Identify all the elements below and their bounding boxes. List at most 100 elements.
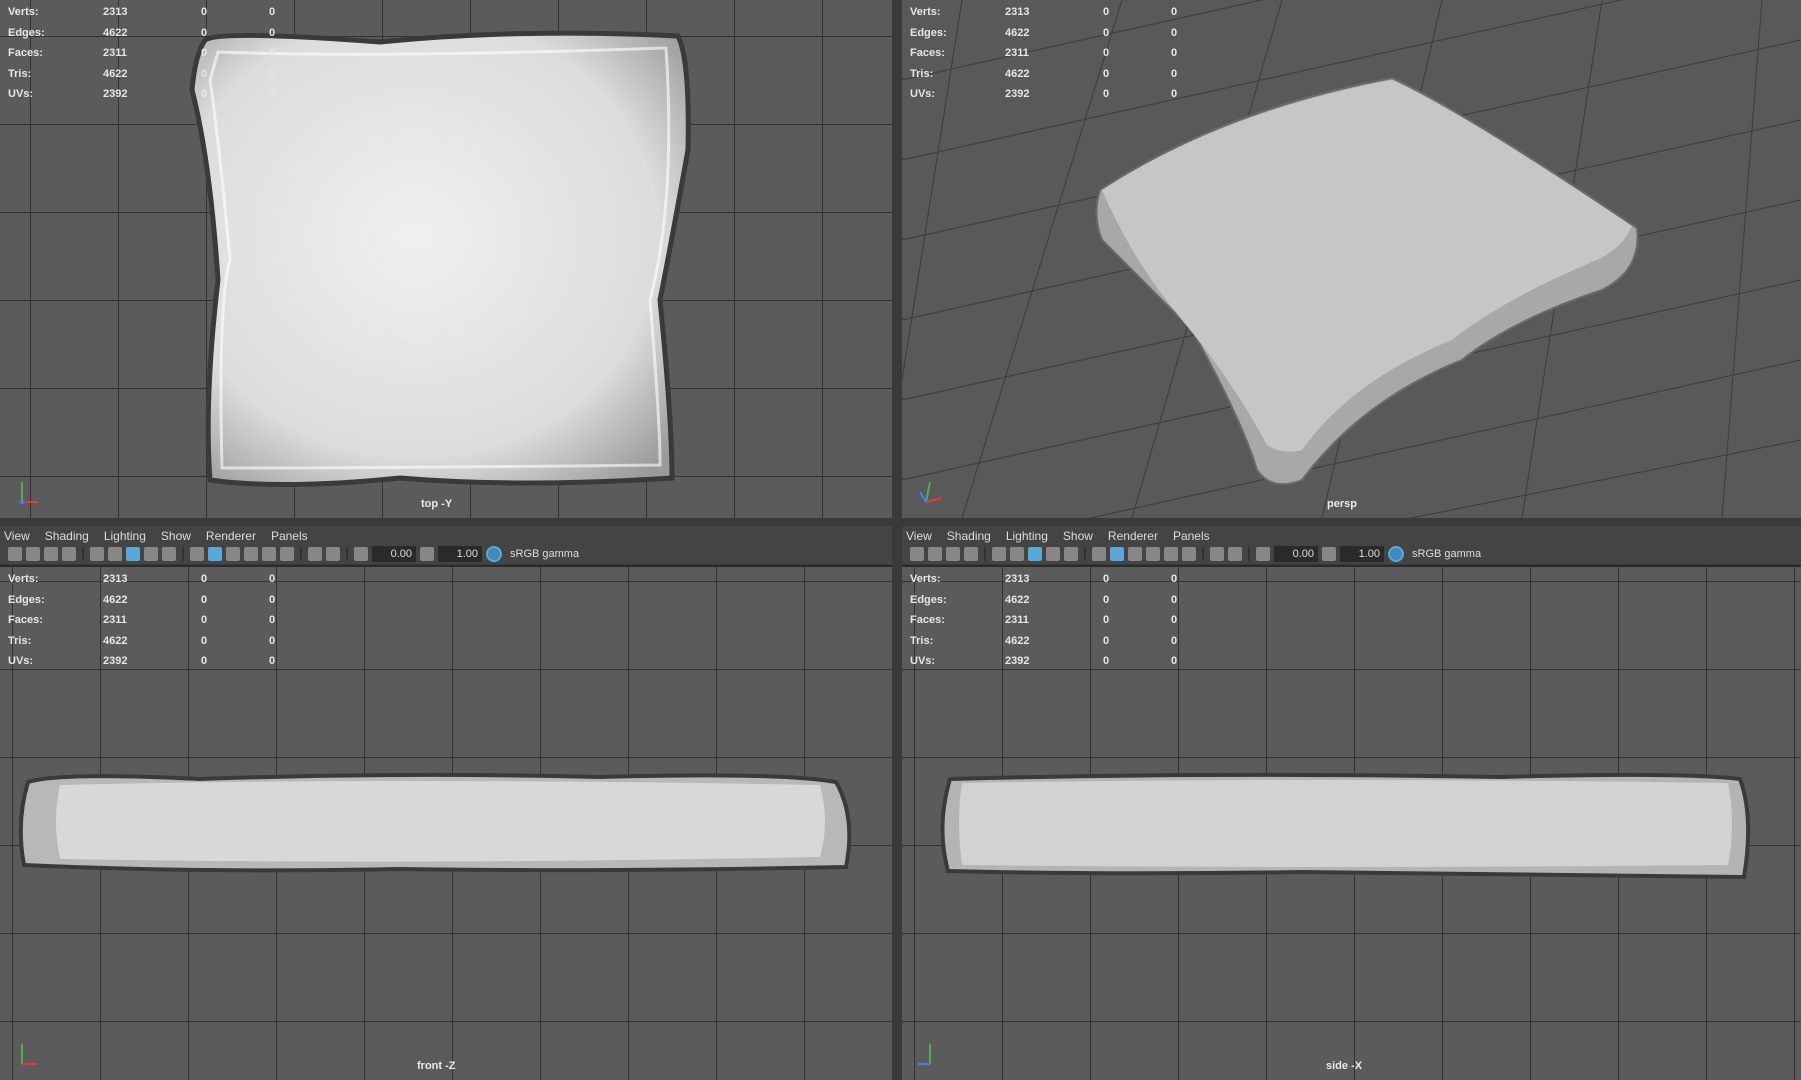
stat-label: Verts: <box>8 6 39 19</box>
viewport-top[interactable]: Verts: 2313 0 0 Edges: 4622 0 0 Faces: 2311 0 0 T… <box>0 0 892 518</box>
camera-attributes-icon[interactable] <box>928 547 942 561</box>
camera-icon[interactable] <box>8 547 22 561</box>
stat-label: Tris: <box>910 67 934 80</box>
menu-renderer[interactable]: Renderer <box>202 529 267 543</box>
isolate-icon[interactable] <box>1210 547 1224 561</box>
xray-icon[interactable] <box>326 547 340 561</box>
stat-value: 0 <box>1103 573 1110 586</box>
toolbar-separator <box>300 547 302 561</box>
bookmark-icon[interactable] <box>44 547 58 561</box>
stat-value: 0 <box>201 6 208 19</box>
stat-label: UVs: <box>8 88 34 101</box>
stat-value: 0 <box>1103 634 1110 647</box>
menu-show[interactable]: Show <box>157 529 202 543</box>
camera-label-persp: persp <box>1327 498 1357 510</box>
camera-icon[interactable] <box>910 547 924 561</box>
stat-value: 0 <box>269 634 276 647</box>
stat-label: Tris: <box>8 67 32 80</box>
grease-pencil-icon[interactable] <box>992 547 1006 561</box>
stat-label: UVs: <box>910 88 936 101</box>
stat-value: 0 <box>1171 67 1178 80</box>
menu-show[interactable]: Show <box>1059 529 1104 543</box>
exposure-icon[interactable] <box>354 547 368 561</box>
stat-label: Faces: <box>8 47 43 60</box>
resolution-gate-icon[interactable] <box>144 547 158 561</box>
menu-renderer[interactable]: Renderer <box>1104 529 1169 543</box>
shadow-icon[interactable] <box>1164 547 1178 561</box>
smooth-shade-icon[interactable] <box>208 547 222 561</box>
stat-value: 2392 <box>103 655 128 668</box>
stat-label: Edges: <box>8 593 45 606</box>
menu-view[interactable]: View <box>0 529 41 543</box>
poly-stats-top: Verts: 2313 0 0 Edges: 4622 0 0 Faces: 2311 0 0 T… <box>8 2 309 105</box>
menu-lighting[interactable]: Lighting <box>100 529 157 543</box>
stat-label: Faces: <box>910 614 945 627</box>
film-gate-icon[interactable] <box>1028 547 1042 561</box>
texture-icon[interactable] <box>226 547 240 561</box>
grid-icon[interactable] <box>1010 547 1024 561</box>
panel-splitter-vertical[interactable] <box>892 0 902 1080</box>
stat-value: 0 <box>201 26 208 39</box>
toolbar-separator <box>1084 547 1086 561</box>
xray-icon[interactable] <box>1228 547 1242 561</box>
colorspace-icon[interactable] <box>1388 546 1404 562</box>
colorspace-label[interactable]: sRGB gamma <box>510 548 579 560</box>
stat-value: 4622 <box>1005 593 1030 606</box>
stat-value: 0 <box>1103 655 1110 668</box>
stat-label: Edges: <box>910 26 947 39</box>
toolbar-separator <box>182 547 184 561</box>
stat-value: 4622 <box>1005 634 1030 647</box>
safe-action-icon[interactable] <box>1064 547 1078 561</box>
colorspace-label[interactable]: sRGB gamma <box>1412 548 1481 560</box>
exposure-field[interactable] <box>1274 546 1318 562</box>
menu-shading[interactable]: Shading <box>41 529 100 543</box>
texture-icon[interactable] <box>1128 547 1142 561</box>
stat-label: Verts: <box>8 573 39 586</box>
stat-value: 0 <box>201 47 208 60</box>
image-plane-icon[interactable] <box>62 547 76 561</box>
light-icon[interactable] <box>1146 547 1160 561</box>
grease-pencil-icon[interactable] <box>90 547 104 561</box>
panel-menubar-front: View Shading Lighting Show Renderer Pane… <box>0 526 892 546</box>
exposure-field[interactable] <box>372 546 416 562</box>
smooth-shade-icon[interactable] <box>1110 547 1124 561</box>
stat-value: 0 <box>269 593 276 606</box>
exposure-icon[interactable] <box>1256 547 1270 561</box>
menu-lighting[interactable]: Lighting <box>1002 529 1059 543</box>
film-gate-icon[interactable] <box>126 547 140 561</box>
ambient-occlusion-icon[interactable] <box>280 547 294 561</box>
gamma-icon[interactable] <box>420 547 434 561</box>
bookmark-icon[interactable] <box>946 547 960 561</box>
stat-value: 2313 <box>103 6 128 19</box>
isolate-icon[interactable] <box>308 547 322 561</box>
stat-value: 4622 <box>103 634 128 647</box>
stat-value: 0 <box>269 88 276 101</box>
shadow-icon[interactable] <box>262 547 276 561</box>
viewport-side[interactable]: Verts: 2313 0 0 Edges: 4622 0 0 Faces: 2311 0 0 T… <box>902 567 1801 1080</box>
resolution-gate-icon[interactable] <box>1046 547 1060 561</box>
viewport-front[interactable]: Verts: 2313 0 0 Edges: 4622 0 0 Faces: 2311 0 0 T… <box>0 567 892 1080</box>
gamma-icon[interactable] <box>1322 547 1336 561</box>
wireframe-icon[interactable] <box>190 547 204 561</box>
camera-label-front: front -Z <box>417 1060 456 1072</box>
wireframe-icon[interactable] <box>1092 547 1106 561</box>
viewport-persp[interactable]: Verts: 2313 0 0 Edges: 4622 0 0 Faces: 2311 0 0 T… <box>902 0 1801 518</box>
stat-value: 4622 <box>103 593 128 606</box>
stat-value: 0 <box>1103 614 1110 627</box>
menu-view[interactable]: View <box>902 529 943 543</box>
stat-value: 0 <box>1103 593 1110 606</box>
menu-shading[interactable]: Shading <box>943 529 1002 543</box>
gamma-field[interactable] <box>1340 546 1384 562</box>
image-plane-icon[interactable] <box>964 547 978 561</box>
stat-label: Verts: <box>910 573 941 586</box>
safe-action-icon[interactable] <box>162 547 176 561</box>
colorspace-icon[interactable] <box>486 546 502 562</box>
light-icon[interactable] <box>244 547 258 561</box>
menu-panels[interactable]: Panels <box>267 529 319 543</box>
ambient-occlusion-icon[interactable] <box>1182 547 1196 561</box>
axis-gizmo-icon <box>20 482 38 504</box>
camera-attributes-icon[interactable] <box>26 547 40 561</box>
grid-icon[interactable] <box>108 547 122 561</box>
menu-panels[interactable]: Panels <box>1169 529 1221 543</box>
gamma-field[interactable] <box>438 546 482 562</box>
